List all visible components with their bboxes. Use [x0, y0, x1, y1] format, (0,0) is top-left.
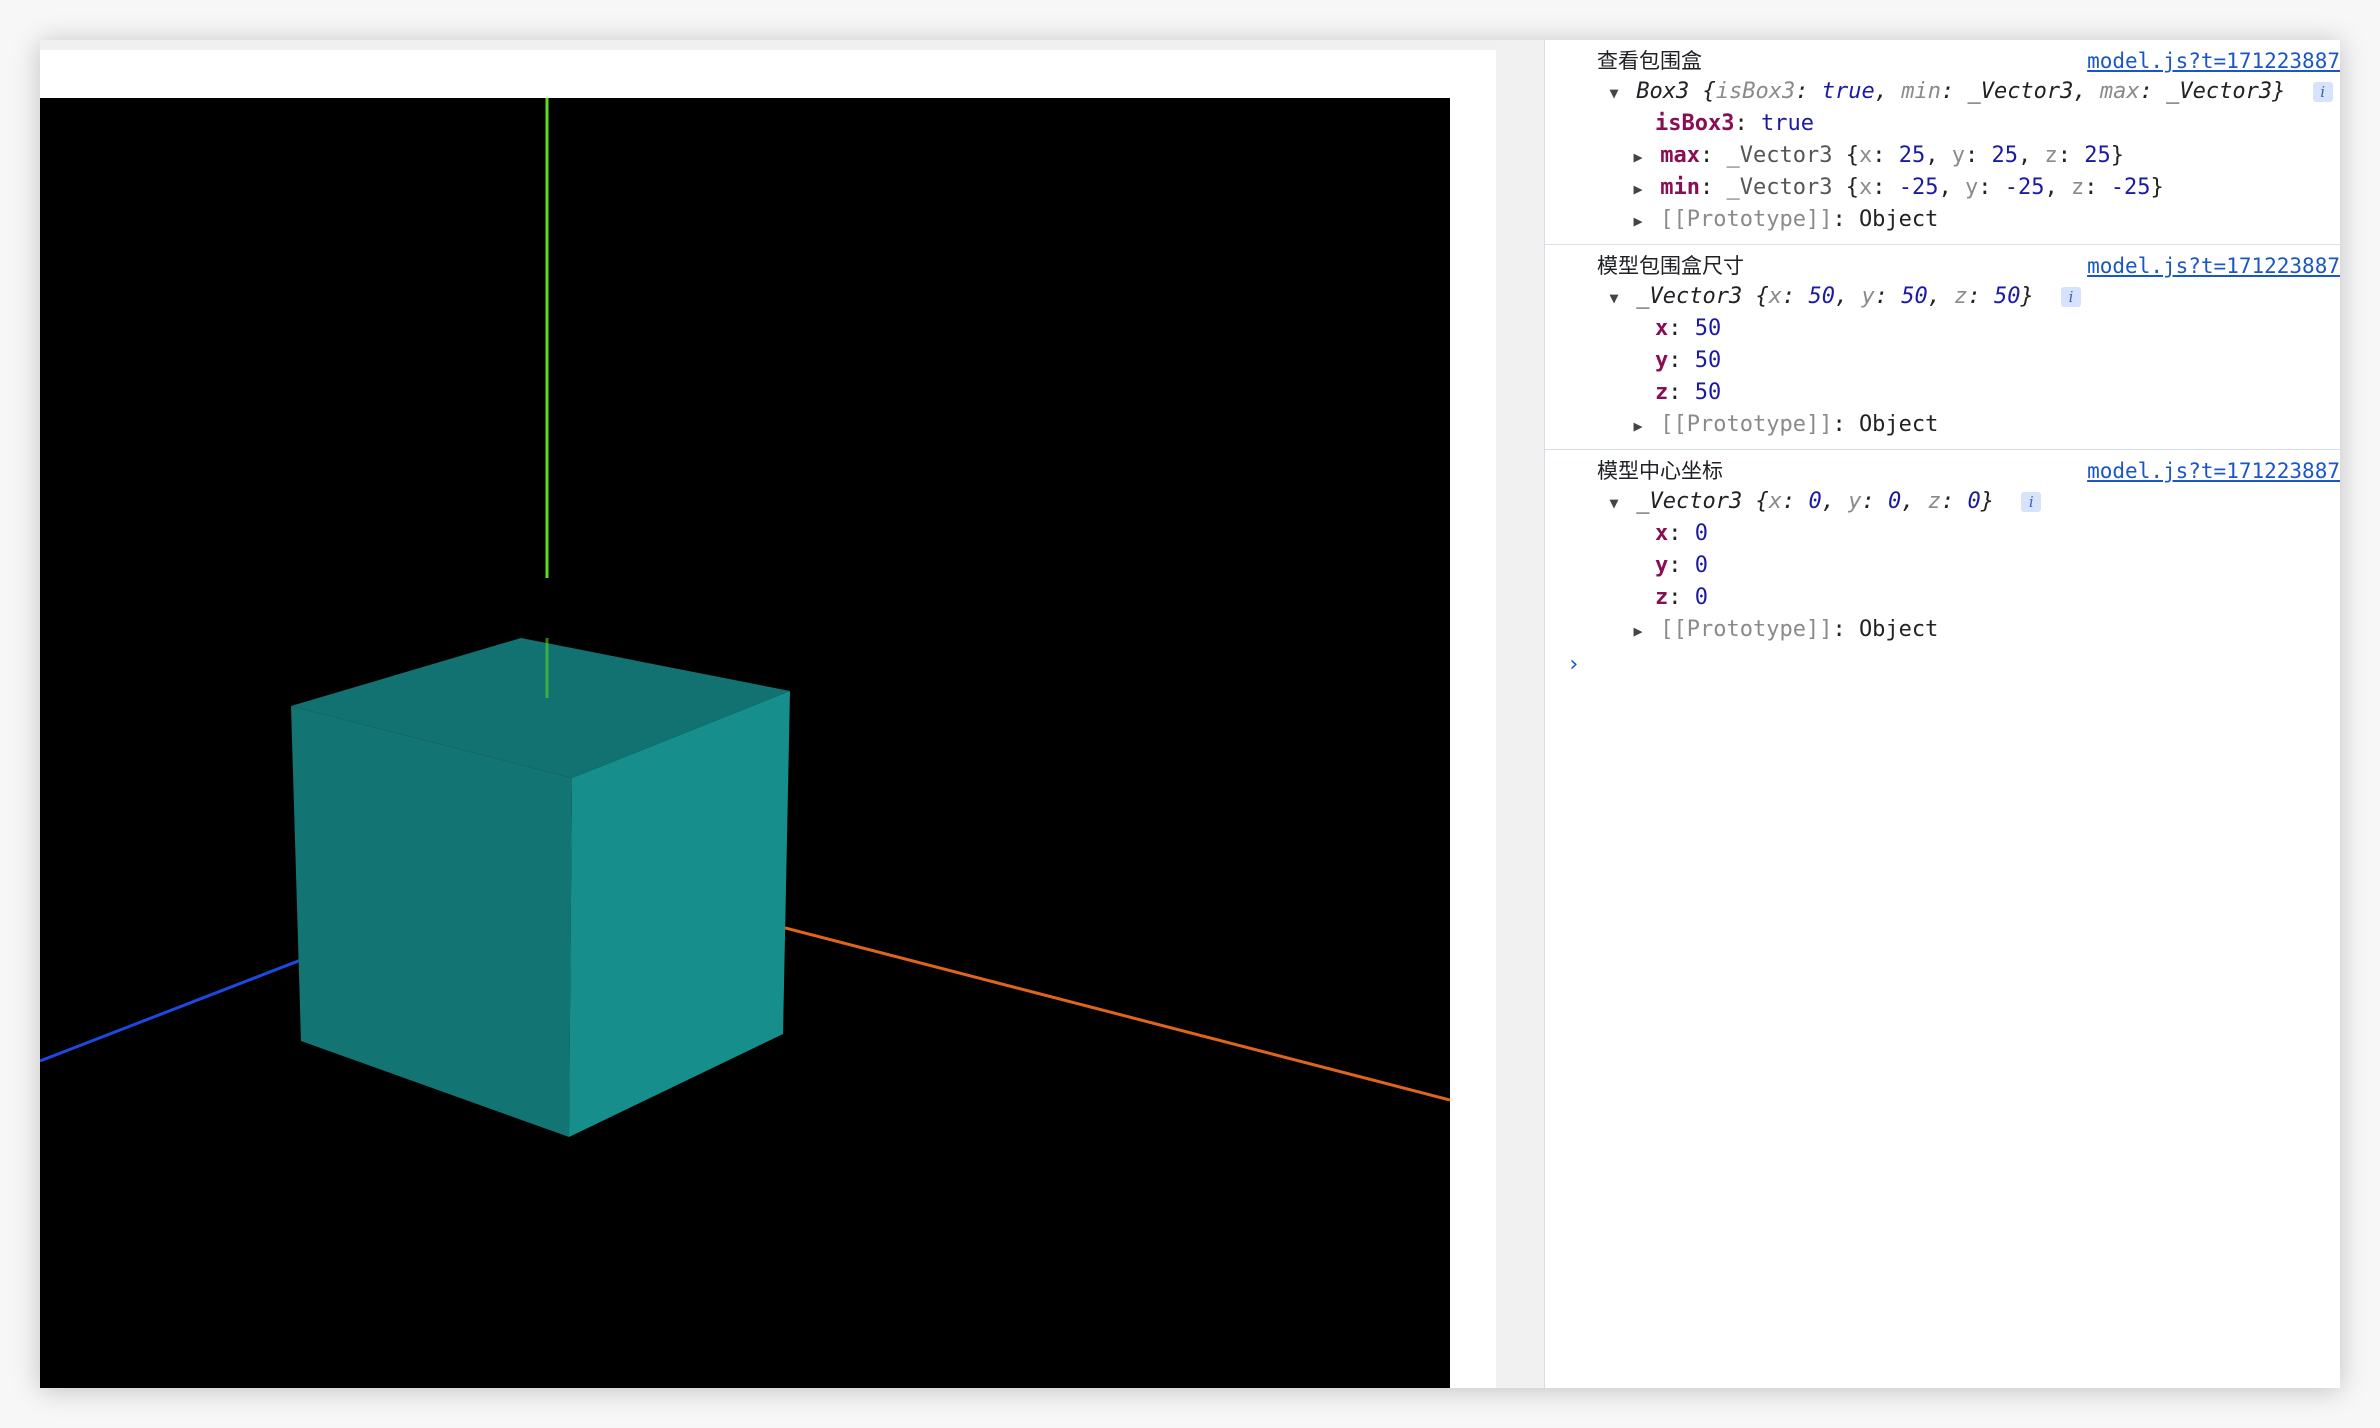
log-entry-box-size: 模型包围盒尺寸 model.js?t=171223887 ▼ _Vector3 … — [1545, 245, 2340, 450]
property-row-y: y: 50 — [1655, 348, 1722, 373]
panel-divider[interactable] — [1496, 40, 1545, 1388]
object-summary-row[interactable]: ▼ Box3 {isBox3: true, min: _Vector3, max… — [1545, 76, 2340, 108]
expanded-triangle-icon[interactable]: ▼ — [1605, 77, 1623, 109]
x-axis-line — [684, 900, 1450, 1102]
property-row-z: z: 50 — [1655, 380, 1722, 405]
property-row-z: z: 0 — [1655, 585, 1708, 610]
property-row-max[interactable]: ▶ max: _Vector3 {x: 25, y: 25, z: 25} — [1545, 140, 2340, 172]
browser-window: 查看包围盒 model.js?t=171223887 ▼ Box3 {isBox… — [40, 40, 2340, 1388]
collapsed-triangle-icon[interactable]: ▶ — [1629, 173, 1647, 205]
expanded-triangle-icon[interactable]: ▼ — [1605, 282, 1623, 314]
property-row-x: x: 50 — [1655, 316, 1722, 341]
log-message: 模型包围盒尺寸 — [1597, 254, 1744, 278]
console-prompt-icon[interactable]: › — [1567, 652, 1580, 677]
prototype-row[interactable]: ▶ [[Prototype]]: Object — [1545, 204, 2340, 236]
collapsed-triangle-icon[interactable]: ▶ — [1629, 615, 1647, 647]
log-source-link[interactable]: model.js?t=171223887 — [2087, 251, 2340, 281]
object-summary-row[interactable]: ▼ _Vector3 {x: 50, y: 50, z: 50} i — [1545, 281, 2340, 313]
property-row-min[interactable]: ▶ min: _Vector3 {x: -25, y: -25, z: -25} — [1545, 172, 2340, 204]
devtools-console: 查看包围盒 model.js?t=171223887 ▼ Box3 {isBox… — [1545, 40, 2340, 1388]
property-row: isBox3: true — [1655, 111, 1814, 136]
log-source-link[interactable]: model.js?t=171223887 — [2087, 46, 2340, 76]
expanded-triangle-icon[interactable]: ▼ — [1605, 487, 1623, 519]
prototype-row[interactable]: ▶ [[Prototype]]: Object — [1545, 614, 2340, 646]
log-message: 模型中心坐标 — [1597, 459, 1723, 483]
property-row-x: x: 0 — [1655, 521, 1708, 546]
log-source-link[interactable]: model.js?t=171223887 — [2087, 456, 2340, 486]
cube-left-face — [291, 706, 572, 1137]
page-viewport — [40, 40, 1496, 1388]
log-message: 查看包围盒 — [1597, 49, 1702, 73]
collapsed-triangle-icon[interactable]: ▶ — [1629, 141, 1647, 173]
log-entry-bounding-box: 查看包围盒 model.js?t=171223887 ▼ Box3 {isBox… — [1545, 40, 2340, 245]
object-summary-row[interactable]: ▼ _Vector3 {x: 0, y: 0, z: 0} i — [1545, 486, 2340, 518]
property-row-y: y: 0 — [1655, 553, 1708, 578]
log-entry-center: 模型中心坐标 model.js?t=171223887 ▼ _Vector3 {… — [1545, 450, 2340, 654]
prototype-row[interactable]: ▶ [[Prototype]]: Object — [1545, 409, 2340, 441]
collapsed-triangle-icon[interactable]: ▶ — [1629, 205, 1647, 237]
page-top-strip — [40, 40, 1496, 50]
collapsed-triangle-icon[interactable]: ▶ — [1629, 410, 1647, 442]
info-icon[interactable]: i — [2312, 82, 2333, 102]
object-class: Box3 — [1636, 79, 1690, 104]
info-icon[interactable]: i — [2060, 287, 2081, 307]
scene-svg — [40, 98, 1450, 1137]
info-icon[interactable]: i — [2021, 492, 2042, 512]
threejs-canvas[interactable] — [40, 98, 1450, 1388]
